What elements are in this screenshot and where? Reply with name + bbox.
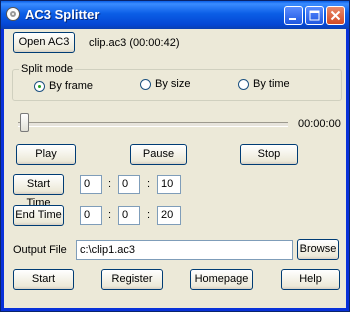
time-separator: : (147, 209, 151, 221)
output-file-label: Output File (13, 244, 67, 256)
output-file-input[interactable]: c:\clip1.ac3 (76, 240, 293, 260)
window-title: AC3 Splitter (25, 7, 100, 22)
maximize-button[interactable] (305, 6, 324, 25)
open-ac3-button[interactable]: Open AC3 (13, 32, 75, 53)
end-minutes-field[interactable]: 0 (118, 206, 140, 225)
homepage-button[interactable]: Homepage (190, 269, 253, 290)
app-icon (6, 7, 20, 21)
stop-button[interactable]: Stop (240, 144, 298, 165)
end-hours-field[interactable]: 0 (80, 206, 102, 225)
browse-button[interactable]: Browse (297, 239, 339, 260)
play-button[interactable]: Play (16, 144, 76, 165)
start-seconds-field[interactable]: 10 (157, 175, 181, 194)
time-separator: : (108, 178, 112, 190)
start-time-button[interactable]: Start Time (13, 174, 64, 209)
help-button[interactable]: Help (281, 269, 340, 290)
radio-by-time-label[interactable]: By time (253, 78, 290, 90)
file-info: clip.ac3 (00:00:42) (89, 37, 180, 49)
pause-button[interactable]: Pause (130, 144, 187, 165)
start-minutes-field[interactable]: 0 (118, 175, 140, 194)
start-hours-field[interactable]: 0 (80, 175, 102, 194)
position-time: 00:00:00 (298, 118, 341, 130)
position-slider-track[interactable] (18, 122, 288, 127)
radio-by-frame-label[interactable]: By frame (49, 80, 93, 92)
end-seconds-field[interactable]: 20 (157, 206, 181, 225)
client-area: Open AC3 clip.ac3 (00:00:42) Split mode … (4, 29, 346, 308)
radio-by-size[interactable] (140, 79, 151, 90)
minimize-icon (289, 18, 296, 20)
split-mode-group: Split mode By frame By size By time (12, 63, 342, 101)
register-button[interactable]: Register (101, 269, 163, 290)
start-button[interactable]: Start (13, 269, 74, 290)
close-button[interactable] (326, 6, 345, 25)
split-mode-label: Split mode (19, 63, 75, 75)
radio-selected-dot (38, 85, 41, 88)
radio-by-frame[interactable] (34, 81, 45, 92)
close-icon (330, 10, 341, 21)
title-bar[interactable]: AC3 Splitter (1, 1, 349, 29)
time-separator: : (108, 209, 112, 221)
radio-by-time[interactable] (238, 79, 249, 90)
time-separator: : (147, 178, 151, 190)
minimize-button[interactable] (284, 6, 303, 25)
radio-by-size-label[interactable]: By size (155, 78, 190, 90)
app-window: AC3 Splitter Open AC3 clip.ac3 (00:00:42… (0, 0, 350, 312)
position-slider-thumb[interactable] (20, 113, 29, 132)
end-time-button[interactable]: End Time (13, 205, 64, 226)
maximize-icon (309, 10, 320, 21)
